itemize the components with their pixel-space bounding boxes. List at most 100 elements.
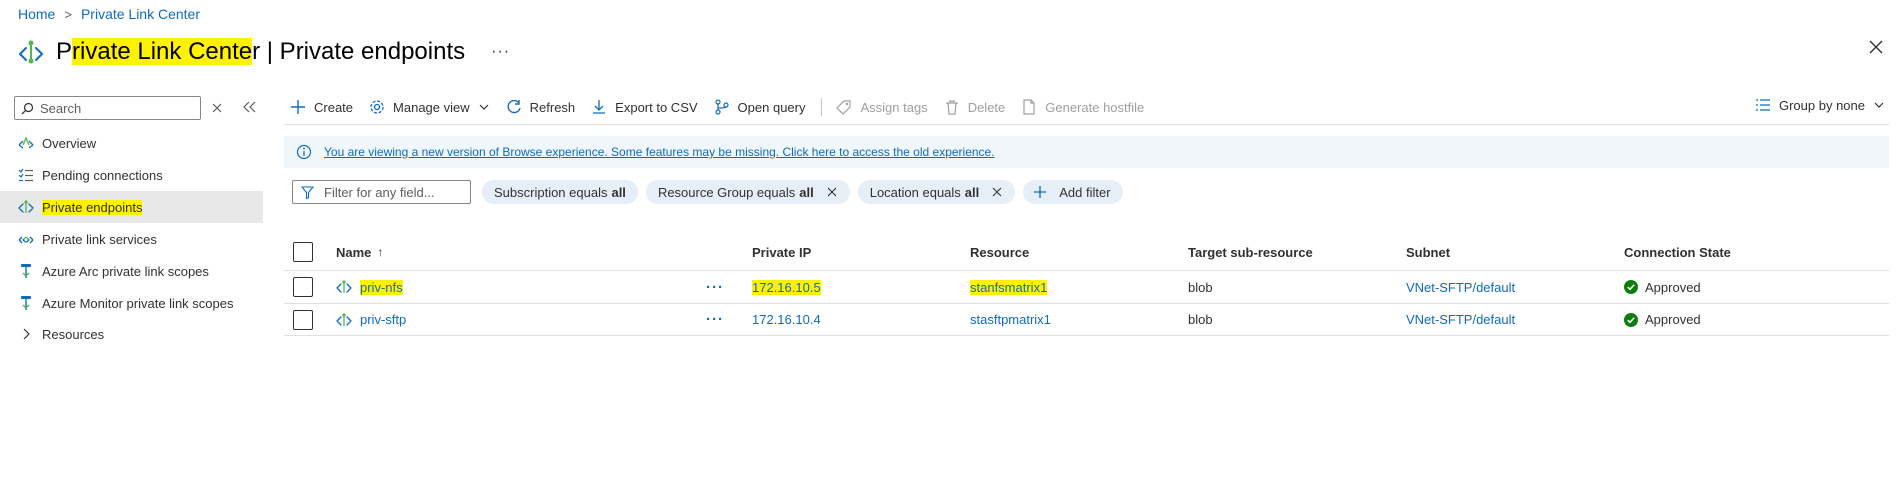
open-query-button[interactable]: Open query xyxy=(714,99,806,115)
sidebar-item-overview[interactable]: Overview xyxy=(0,127,263,159)
toolbar-divider-line xyxy=(284,124,1889,125)
sidebar-item-label: Private endpoints xyxy=(42,199,143,215)
column-header-subnet[interactable]: Subnet xyxy=(1406,245,1450,260)
query-icon xyxy=(714,99,729,115)
assign-tags-label: Assign tags xyxy=(860,99,928,115)
filter-pill-resource-group[interactable]: Resource Group equals all xyxy=(645,180,850,204)
private-ip-link[interactable]: 172.16.10.5 xyxy=(752,279,821,295)
endpoint-name-link[interactable]: priv-nfs xyxy=(360,279,403,295)
sidebar-item-label: Pending connections xyxy=(42,167,163,183)
filter-pill-label: Resource Group equals xyxy=(657,184,796,200)
subnet-link[interactable]: VNet-SFTP/default xyxy=(1406,280,1515,295)
breadcrumb-home-link[interactable]: Home xyxy=(18,6,55,22)
connection-state: Approved xyxy=(1624,280,1701,295)
row-checkbox-cell xyxy=(293,309,313,330)
select-all-checkbox[interactable] xyxy=(293,242,313,262)
scope-icon xyxy=(21,296,31,310)
sidebar-item-label: Private link services xyxy=(42,231,157,247)
row-checkbox[interactable] xyxy=(293,277,313,297)
sort-ascending-icon: ↑ xyxy=(377,245,384,259)
sidebar-item-resources[interactable]: Resources xyxy=(0,319,263,349)
info-icon xyxy=(296,144,312,160)
column-header-resource[interactable]: Resource xyxy=(970,245,1029,260)
table-header: Name ↑ Private IP Resource Target sub-res… xyxy=(284,234,1889,270)
chevron-down-icon xyxy=(479,104,489,110)
filter-pill-location[interactable]: Location equals all xyxy=(857,180,1016,204)
assign-tags-button[interactable]: Assign tags xyxy=(836,99,928,115)
delete-button[interactable]: Delete xyxy=(944,99,1005,115)
check-circle-icon xyxy=(1624,280,1638,294)
private-link-center-icon xyxy=(19,40,43,64)
sidebar-item-azure-monitor-scopes[interactable]: Azure Monitor private link scopes xyxy=(0,287,263,319)
close-icon[interactable] xyxy=(1867,38,1885,56)
more-options-button[interactable]: ··· xyxy=(491,43,510,61)
open-query-label: Open query xyxy=(737,99,806,115)
remove-filter-icon[interactable] xyxy=(991,186,1003,198)
private-ip-link[interactable]: 172.16.10.4 xyxy=(752,312,821,327)
column-header-connection-state[interactable]: Connection State xyxy=(1624,245,1731,260)
link-service-icon xyxy=(18,236,34,244)
document-icon xyxy=(1023,99,1035,115)
create-button[interactable]: Create xyxy=(290,99,353,115)
scope-icon xyxy=(21,264,31,278)
group-by-dropdown[interactable]: Group by none xyxy=(1755,97,1885,113)
export-csv-button[interactable]: Export to CSV xyxy=(591,99,698,115)
generate-hostfile-button[interactable]: Generate hostfile xyxy=(1021,99,1144,115)
remove-filter-icon[interactable] xyxy=(826,186,838,198)
filter-pill-value: all xyxy=(799,184,814,200)
trash-icon xyxy=(945,100,958,115)
manage-view-label: Manage view xyxy=(393,99,470,115)
endpoints-table: Name ↑ Private IP Resource Target sub-res… xyxy=(284,234,1889,336)
sidebar-nav: Overview Pending connections Private end… xyxy=(0,127,263,349)
add-filter-button[interactable]: Add filter xyxy=(1023,180,1123,204)
sidebar-item-label: Azure Monitor private link scopes xyxy=(42,295,234,311)
filter-pill-subscription[interactable]: Subscription equals all xyxy=(482,180,638,204)
table-row: priv-nfs ··· 172.16.10.5 stanfsmatrix1 b… xyxy=(284,270,1889,303)
filter-input[interactable] xyxy=(324,184,464,200)
sidebar-item-azure-arc-scopes[interactable]: Azure Arc private link scopes xyxy=(0,255,263,287)
chevron-right-icon: > xyxy=(64,6,72,22)
refresh-icon xyxy=(507,99,521,114)
sidebar-search[interactable] xyxy=(14,96,201,120)
breadcrumb-current-link[interactable]: Private Link Center xyxy=(81,6,200,22)
column-header-private-ip[interactable]: Private IP xyxy=(752,245,811,260)
refresh-label: Refresh xyxy=(529,99,576,115)
export-csv-label: Export to CSV xyxy=(615,99,698,115)
endpoint-name-link[interactable]: priv-sftp xyxy=(360,312,406,327)
resource-link[interactable]: stanfsmatrix1 xyxy=(970,279,1048,295)
sidebar-item-private-endpoints[interactable]: Private endpoints xyxy=(0,191,263,223)
page-title: Private Link Center | Private endpoints xyxy=(56,38,466,65)
row-more-button[interactable]: ··· xyxy=(706,279,724,296)
filter-pill-label: Location equals xyxy=(869,184,961,200)
check-circle-icon xyxy=(1624,312,1638,327)
toolbar-divider xyxy=(821,98,823,116)
breadcrumb: Home > Private Link Center xyxy=(18,6,200,22)
column-header-name[interactable]: Name ↑ xyxy=(336,245,383,260)
sidebar-search-input[interactable] xyxy=(40,100,200,116)
tag-icon xyxy=(836,100,852,115)
refresh-button[interactable]: Refresh xyxy=(506,99,576,115)
filter-field[interactable] xyxy=(292,180,471,204)
resource-link[interactable]: stasftpmatrix1 xyxy=(970,312,1051,327)
header-checkbox-cell xyxy=(293,242,313,262)
table-row: priv-sftp ··· 172.16.10.4 stasftpmatrix1… xyxy=(284,303,1889,336)
filter-pill-label: Subscription equals xyxy=(494,184,608,200)
sidebar-item-private-link-services[interactable]: Private link services xyxy=(0,223,263,255)
collapse-sidebar-icon[interactable] xyxy=(242,101,256,113)
old-experience-link[interactable]: You are viewing a new version of Browse … xyxy=(324,145,995,159)
plus-icon xyxy=(291,100,305,114)
search-icon xyxy=(21,102,34,114)
target-sub-resource: blob xyxy=(1188,312,1213,327)
row-more-button[interactable]: ··· xyxy=(706,311,724,328)
row-checkbox[interactable] xyxy=(293,309,313,330)
list-icon xyxy=(18,168,33,182)
column-header-target-sub-resource[interactable]: Target sub-resource xyxy=(1188,245,1313,260)
manage-view-button[interactable]: Manage view xyxy=(369,99,490,115)
sidebar-item-pending-connections[interactable]: Pending connections xyxy=(0,159,263,191)
group-by-label: Group by none xyxy=(1778,97,1865,113)
private-endpoint-icon xyxy=(18,200,34,213)
clear-search-icon[interactable] xyxy=(211,102,223,114)
filter-pill-value: all xyxy=(611,184,626,200)
target-sub-resource: blob xyxy=(1188,279,1213,295)
subnet-link[interactable]: VNet-SFTP/default xyxy=(1406,312,1515,327)
